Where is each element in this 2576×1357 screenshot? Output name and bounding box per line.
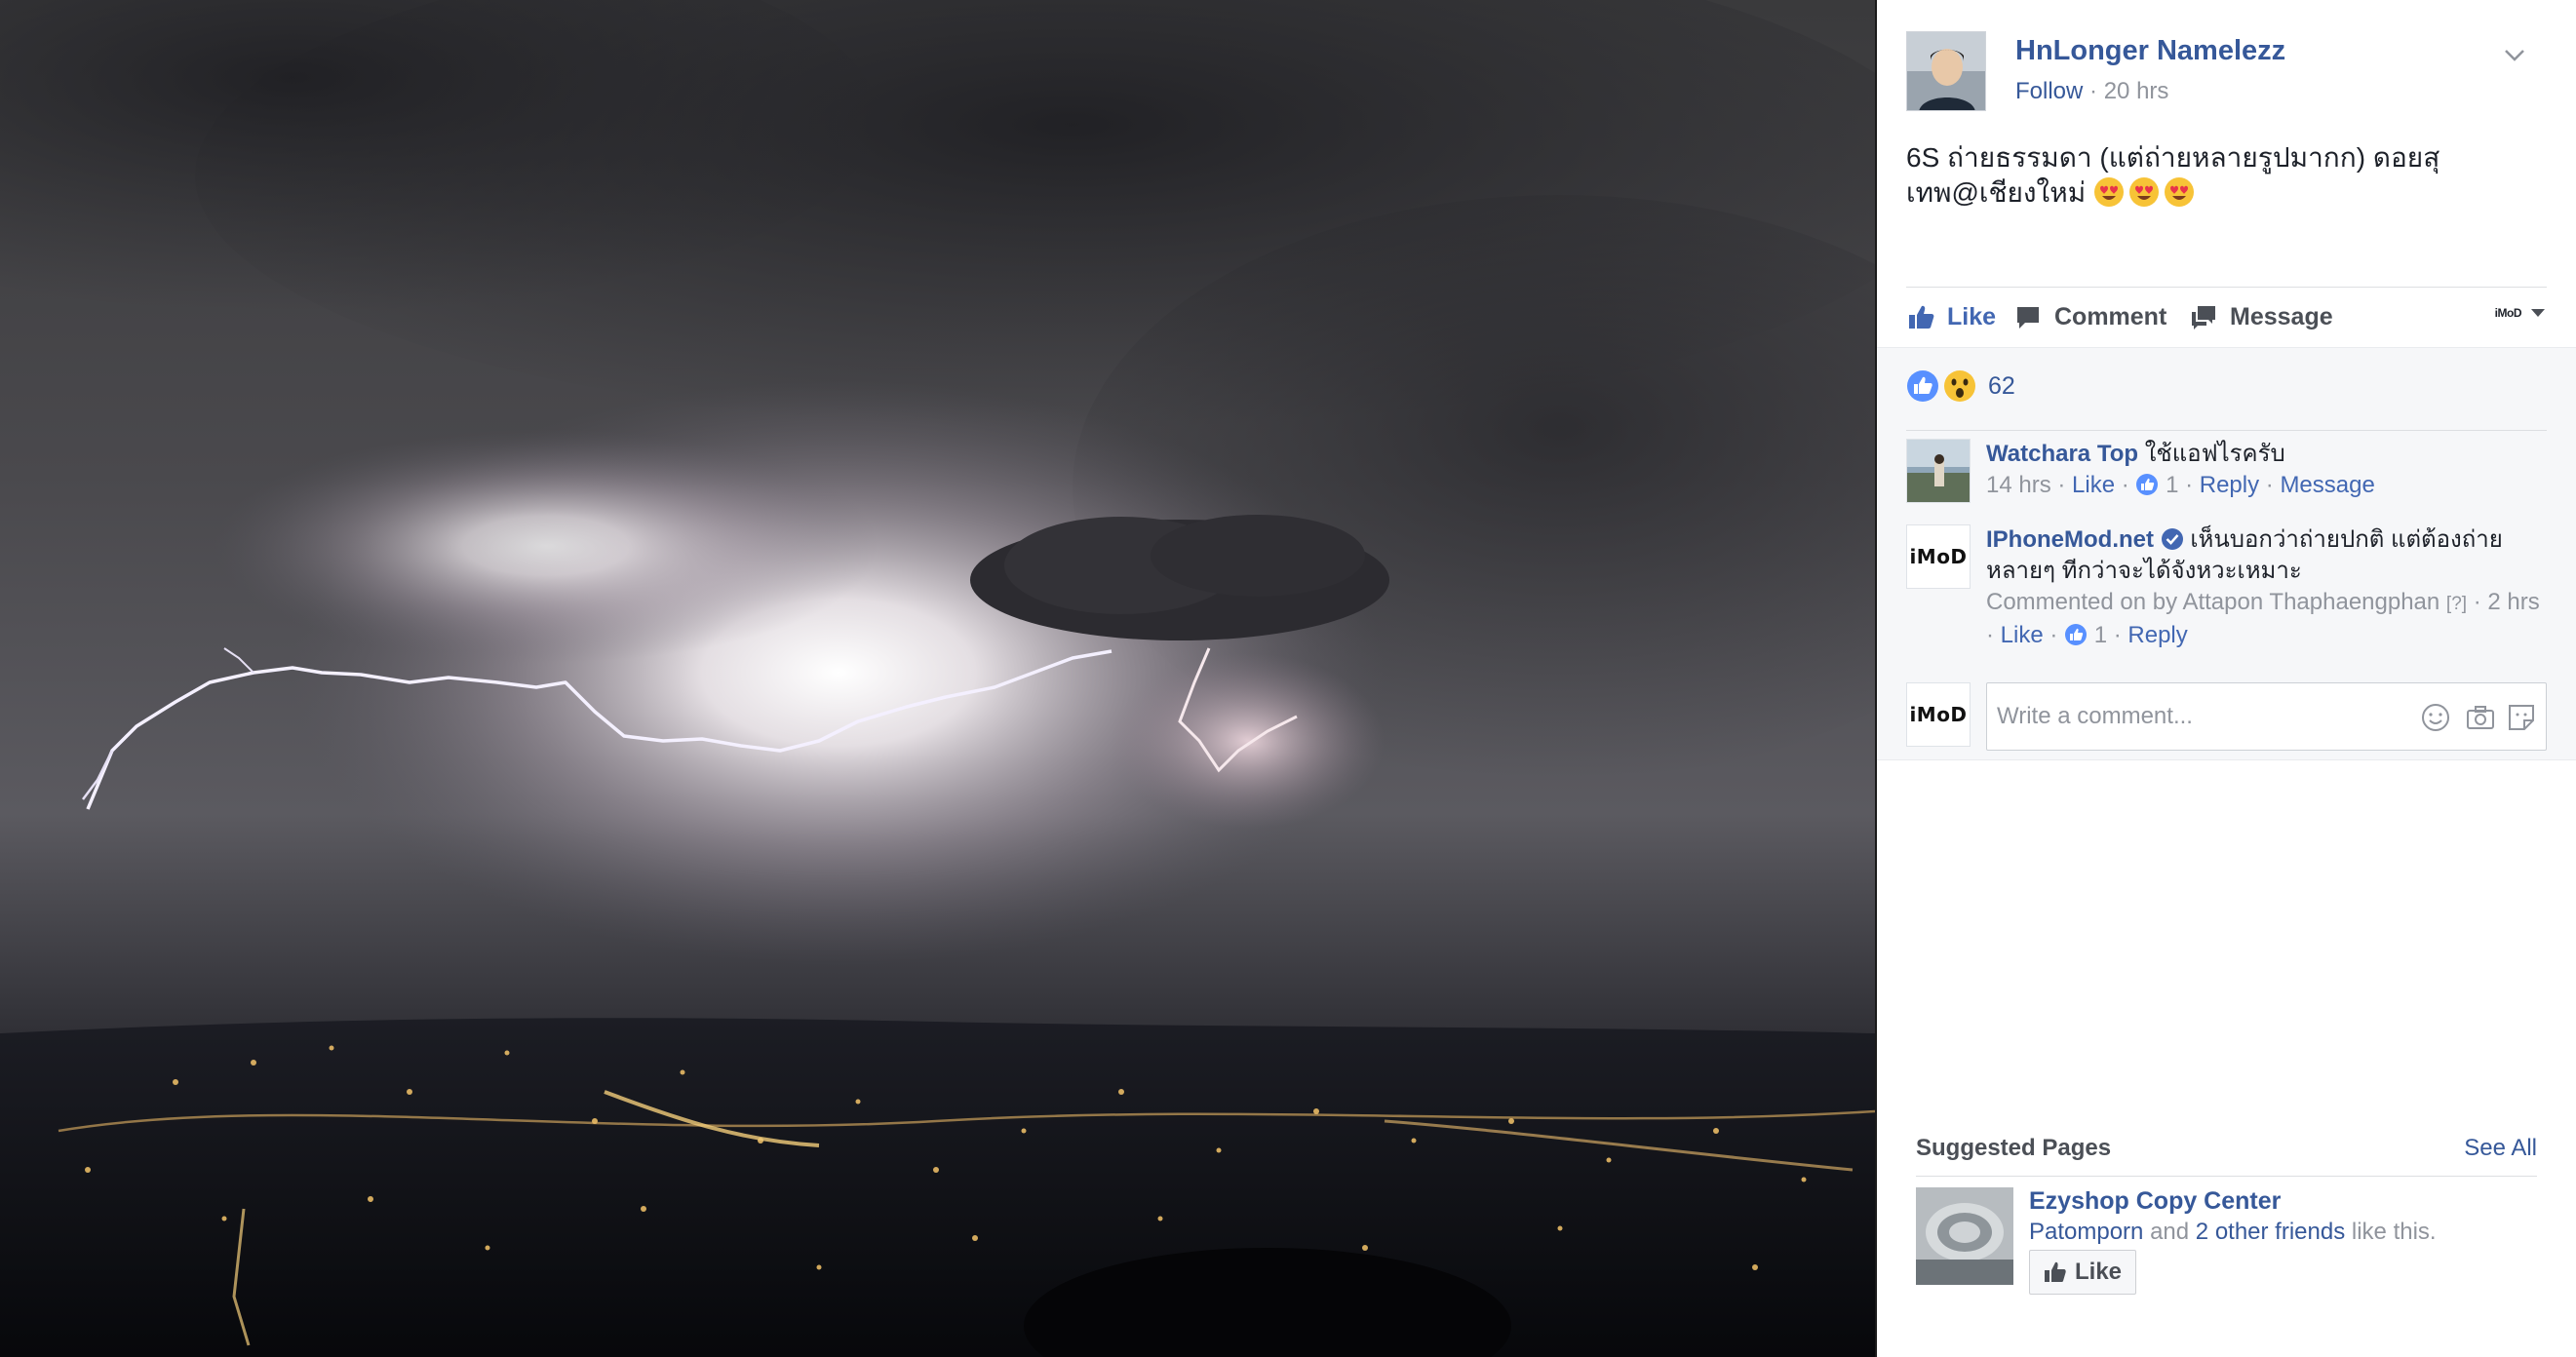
verified-badge-icon	[2161, 528, 2183, 550]
comment-like-count: 1	[2166, 472, 2179, 498]
comment-reply-link[interactable]: Reply	[2200, 472, 2259, 498]
commenter-avatar[interactable]: iMoD	[1906, 524, 1971, 589]
comment-text: ใช้แอฟไรครับ	[2144, 441, 2285, 467]
write-comment-row: iMoD	[1906, 682, 2547, 751]
sticker-icon[interactable]	[2505, 701, 2538, 734]
message-icon	[2192, 306, 2215, 330]
author-name[interactable]: HnLonger Namelezz	[2015, 35, 2285, 67]
post-meta: Follow · 20 hrs	[2015, 78, 2168, 105]
help-marker[interactable]: [?]	[2446, 594, 2467, 614]
message-button[interactable]: Message	[2189, 302, 2333, 331]
like-reaction-icon	[1907, 370, 1938, 402]
reactions-count: 62	[1988, 371, 2015, 400]
commented-on-by[interactable]: Commented on by Attapon Thaphaengphan	[1986, 589, 2439, 615]
wow-reaction-icon	[1944, 370, 1975, 402]
like-this-text: like this.	[2351, 1219, 2437, 1245]
heart-eyes-emoji-icon	[2093, 177, 2124, 207]
friend-link[interactable]: Patomporn	[2029, 1219, 2143, 1245]
imod-logo: iMoD	[1907, 683, 1970, 746]
see-all-link[interactable]: See All	[2464, 1135, 2537, 1162]
page-selector[interactable]: iMoD	[2495, 304, 2547, 322]
lightning-city-photo	[0, 0, 1875, 1357]
camera-icon[interactable]	[2464, 701, 2497, 734]
suggested-page-name[interactable]: Ezyshop Copy Center	[2029, 1187, 2281, 1216]
comment-body: IPhoneMod.net เห็นบอกว่าถ่ายปกติ แต่ต้อง…	[1986, 524, 2547, 651]
follow-link[interactable]: Follow	[2015, 78, 2083, 104]
comment-reply-link[interactable]: Reply	[2127, 622, 2187, 648]
comment: Watchara Top ใช้แอฟไรครับ 14 hrs · Like …	[1906, 439, 2547, 507]
chevron-down-icon[interactable]	[2500, 41, 2529, 70]
comment-input[interactable]	[1997, 683, 2390, 750]
suggested-like-label: Like	[2075, 1259, 2123, 1285]
comment-message-link[interactable]: Message	[2280, 472, 2374, 498]
comment: iMoD IPhoneMod.net เห็นบอกว่าถ่ายปกติ แต…	[1906, 524, 2547, 651]
author-avatar[interactable]	[1906, 31, 1986, 111]
meta-separator: ·	[2089, 78, 2098, 104]
imod-brand: iMoD	[1909, 703, 1968, 726]
emoji-icon[interactable]	[2419, 701, 2452, 734]
post-time[interactable]: 20 hrs	[2104, 78, 2169, 104]
heart-eyes-emoji-icon	[2128, 177, 2159, 207]
post-side-panel: HnLonger Namelezz Follow · 20 hrs 6S ถ่า…	[1875, 0, 2576, 1357]
thumbs-up-icon	[2045, 1261, 2066, 1282]
like-button[interactable]: Like	[1906, 302, 1996, 331]
comment-meta: Commented on by Attapon Thaphaengphan [?…	[1986, 589, 2540, 648]
post-header: HnLonger Namelezz Follow · 20 hrs	[1906, 31, 2556, 113]
commenter-avatar[interactable]	[1906, 439, 1971, 503]
suggested-pages-title: Suggested Pages	[1916, 1135, 2112, 1161]
comment-button[interactable]: Comment	[2013, 302, 2166, 331]
comment-body: Watchara Top ใช้แอฟไรครับ 14 hrs · Like …	[1986, 439, 2547, 501]
commenter-name[interactable]: IPhoneMod.net	[1986, 526, 2154, 553]
like-reaction-icon	[2136, 474, 2159, 495]
suggested-page-friends: Patomporn and 2 other friends like this.	[2029, 1219, 2437, 1246]
comment-time[interactable]: 2 hrs	[2487, 589, 2539, 615]
suggested-page-thumbnail[interactable]	[1916, 1187, 2013, 1285]
current-page-avatar[interactable]: iMoD	[1906, 682, 1971, 747]
dropdown-caret-icon	[2531, 309, 2545, 317]
other-friends-link[interactable]: 2 other friends	[2196, 1219, 2345, 1245]
imod-brand: iMoD	[1909, 545, 1968, 568]
comment-box	[1986, 682, 2547, 751]
comment-time[interactable]: 14 hrs	[1986, 472, 2051, 498]
comment-like-count: 1	[2093, 622, 2108, 648]
divider	[1916, 1176, 2537, 1177]
commenter-name[interactable]: Watchara Top	[1986, 441, 2138, 467]
comment-meta: 14 hrs · Like · 1 · Reply · Message	[1986, 472, 2375, 498]
message-label: Message	[2230, 302, 2333, 330]
comment-bubble-icon	[2017, 307, 2039, 329]
post-text: 6S ถ่ายธรรมดา (แต่ถ่ายหลายรูปมากก) ดอยสุ…	[1906, 140, 2452, 211]
post-action-bar: Like Comment Message iMoD	[1906, 296, 2547, 339]
comment-like-link[interactable]: Like	[2001, 622, 2044, 648]
imod-logo: iMoD	[1907, 525, 1970, 588]
divider	[1906, 430, 2547, 431]
and-text: and	[2150, 1219, 2190, 1245]
post-photo[interactable]	[0, 0, 1875, 1357]
heart-eyes-emoji-icon	[2164, 177, 2194, 207]
thumbs-up-icon	[1909, 305, 1934, 329]
suggested-page-like-button[interactable]: Like	[2029, 1250, 2137, 1295]
comment-label: Comment	[2054, 302, 2167, 330]
like-label: Like	[1947, 302, 1997, 330]
page-selector-label: iMoD	[2494, 306, 2522, 320]
reactions-summary[interactable]: 62	[1906, 369, 2015, 403]
divider	[1906, 287, 2547, 288]
comment-like-link[interactable]: Like	[2072, 472, 2115, 498]
like-reaction-icon	[2065, 624, 2088, 645]
